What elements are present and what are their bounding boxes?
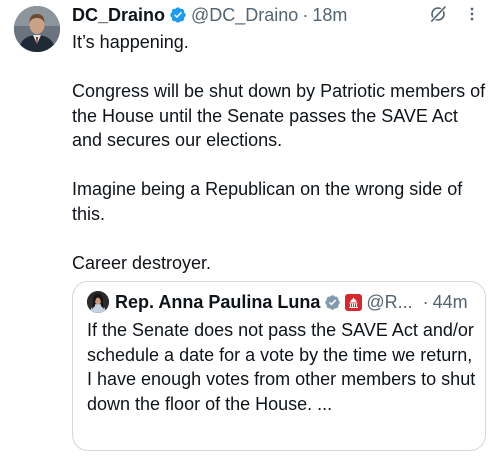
display-name[interactable]: DC_Draino [72, 4, 165, 26]
grok-icon[interactable] [428, 4, 448, 24]
tweet[interactable]: DC_Draino @DC_Draino · 18m It’s happenin… [0, 0, 500, 458]
verified-badge-gray-icon [325, 294, 341, 310]
quoted-handle[interactable]: @R... [366, 292, 412, 313]
capitol-icon [349, 296, 359, 308]
quoted-display-name[interactable]: Rep. Anna Paulina Luna [115, 292, 320, 313]
quoted-timestamp[interactable]: 44m [433, 292, 468, 313]
quoted-tweet-header: Rep. Anna Paulina Luna @R... · 44m [87, 290, 468, 314]
quoted-separator-dot: · [422, 291, 429, 312]
tweet-line: It’s happening. [72, 32, 189, 52]
timestamp[interactable]: 18m [312, 4, 347, 26]
tweet-header: DC_Draino @DC_Draino · 18m [72, 4, 347, 26]
user-avatar-icon [14, 6, 60, 52]
quoted-user-avatar-icon [87, 291, 109, 313]
quoted-avatar [87, 291, 109, 313]
handle[interactable]: @DC_Draino [191, 4, 298, 26]
tweet-line: Imagine being a Republican on the wrong … [72, 179, 463, 224]
tweet-text: It’s happening. Congress will be shut do… [72, 30, 492, 275]
tweet-line: Career destroyer. [72, 252, 212, 273]
avatar[interactable] [14, 6, 60, 52]
quoted-tweet-text: If the Senate does not pass the SAVE Act… [87, 320, 476, 414]
government-affiliation-icon [345, 293, 363, 311]
verified-badge-icon [170, 7, 186, 23]
separator-dot: · [302, 5, 309, 25]
tweet-line: Congress will be shut down by Patriotic … [72, 81, 486, 150]
quoted-tweet[interactable]: Rep. Anna Paulina Luna @R... · 44m If th… [72, 281, 486, 451]
more-options-icon[interactable] [462, 4, 482, 24]
